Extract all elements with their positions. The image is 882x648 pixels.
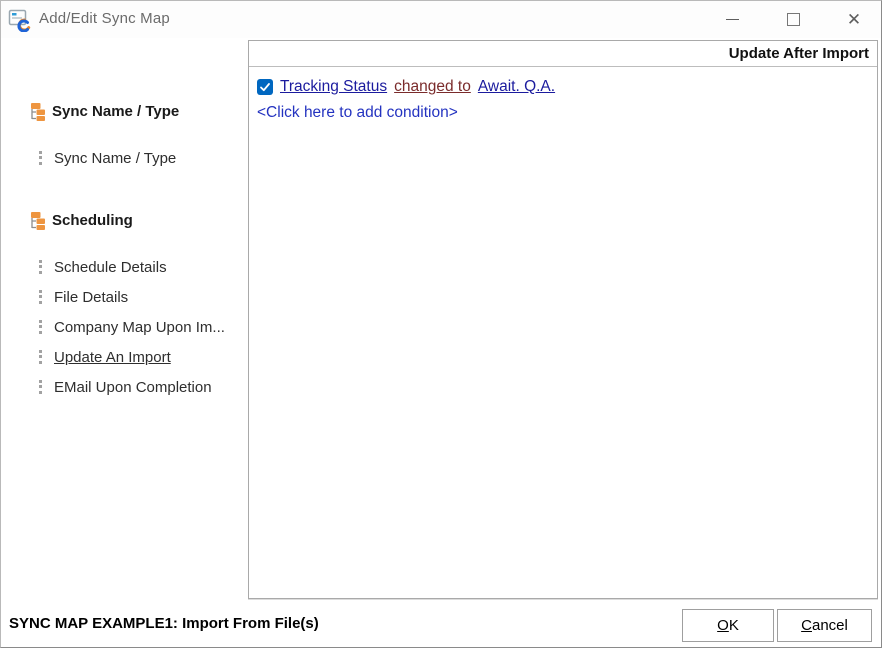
- sidebar-item-label: File Details: [54, 289, 128, 306]
- panel-title: Update After Import: [249, 41, 877, 67]
- titlebar: Add/Edit Sync Map ✕: [1, 1, 881, 38]
- sidebar-item-schedule-details[interactable]: Schedule Details: [39, 255, 167, 279]
- minimize-button[interactable]: [709, 1, 755, 38]
- sidebar-section-sync-name-type: Sync Name / Type: [28, 102, 179, 121]
- drag-dots-icon: [39, 320, 42, 334]
- tree-icon: [28, 211, 46, 230]
- sidebar-item-label: EMail Upon Completion: [54, 379, 212, 396]
- app-icon: [8, 8, 32, 32]
- sidebar-item-label: Sync Name / Type: [54, 150, 176, 167]
- add-condition-link[interactable]: <Click here to add condition>: [257, 104, 458, 122]
- tree-icon: [28, 102, 46, 121]
- drag-dots-icon: [39, 380, 42, 394]
- sidebar: Sync Name / Type Sync Name / Type Schedu…: [1, 38, 248, 597]
- update-after-import-panel: Update After Import Tracking Status chan…: [248, 40, 878, 599]
- cancel-button[interactable]: Cancel: [777, 609, 872, 642]
- condition-field-link[interactable]: Tracking Status: [280, 78, 387, 96]
- minimize-icon: [726, 19, 739, 20]
- maximize-button[interactable]: [770, 1, 816, 38]
- sidebar-item-label: Company Map Upon Im...: [54, 319, 225, 336]
- condition-value-link[interactable]: Await. Q.A.: [478, 78, 555, 96]
- dialog-window: Add/Edit Sync Map ✕ Sync Name / Type Syn…: [0, 0, 882, 648]
- sidebar-item-update-an-import[interactable]: Update An Import: [39, 345, 171, 369]
- window-title: Add/Edit Sync Map: [39, 10, 170, 27]
- cancel-button-label: Cancel: [801, 617, 848, 634]
- maximize-icon: [787, 13, 800, 26]
- sidebar-section-label: Scheduling: [52, 212, 133, 229]
- sidebar-item-sync-name-type[interactable]: Sync Name / Type: [39, 146, 176, 170]
- sync-map-status-label: SYNC MAP EXAMPLE1: Import From File(s): [9, 615, 319, 632]
- drag-dots-icon: [39, 290, 42, 304]
- close-button[interactable]: ✕: [831, 1, 877, 38]
- checkbox-checked-icon[interactable]: [257, 79, 273, 95]
- drag-dots-icon: [39, 260, 42, 274]
- sidebar-item-label: Update An Import: [54, 349, 171, 366]
- ok-button-label: OK: [717, 617, 739, 634]
- sidebar-item-label: Schedule Details: [54, 259, 167, 276]
- condition-operator-link[interactable]: changed to: [394, 78, 471, 96]
- sidebar-section-scheduling: Scheduling: [28, 211, 133, 230]
- sidebar-item-email-upon-completion[interactable]: EMail Upon Completion: [39, 375, 212, 399]
- sidebar-section-label: Sync Name / Type: [52, 103, 179, 120]
- close-icon: ✕: [847, 11, 861, 28]
- drag-dots-icon: [39, 151, 42, 165]
- sidebar-item-file-details[interactable]: File Details: [39, 285, 128, 309]
- ok-button[interactable]: OK: [682, 609, 774, 642]
- condition-row: Tracking Status changed to Await. Q.A.: [257, 78, 877, 96]
- drag-dots-icon: [39, 350, 42, 364]
- sidebar-item-company-map-upon-import[interactable]: Company Map Upon Im...: [39, 315, 225, 339]
